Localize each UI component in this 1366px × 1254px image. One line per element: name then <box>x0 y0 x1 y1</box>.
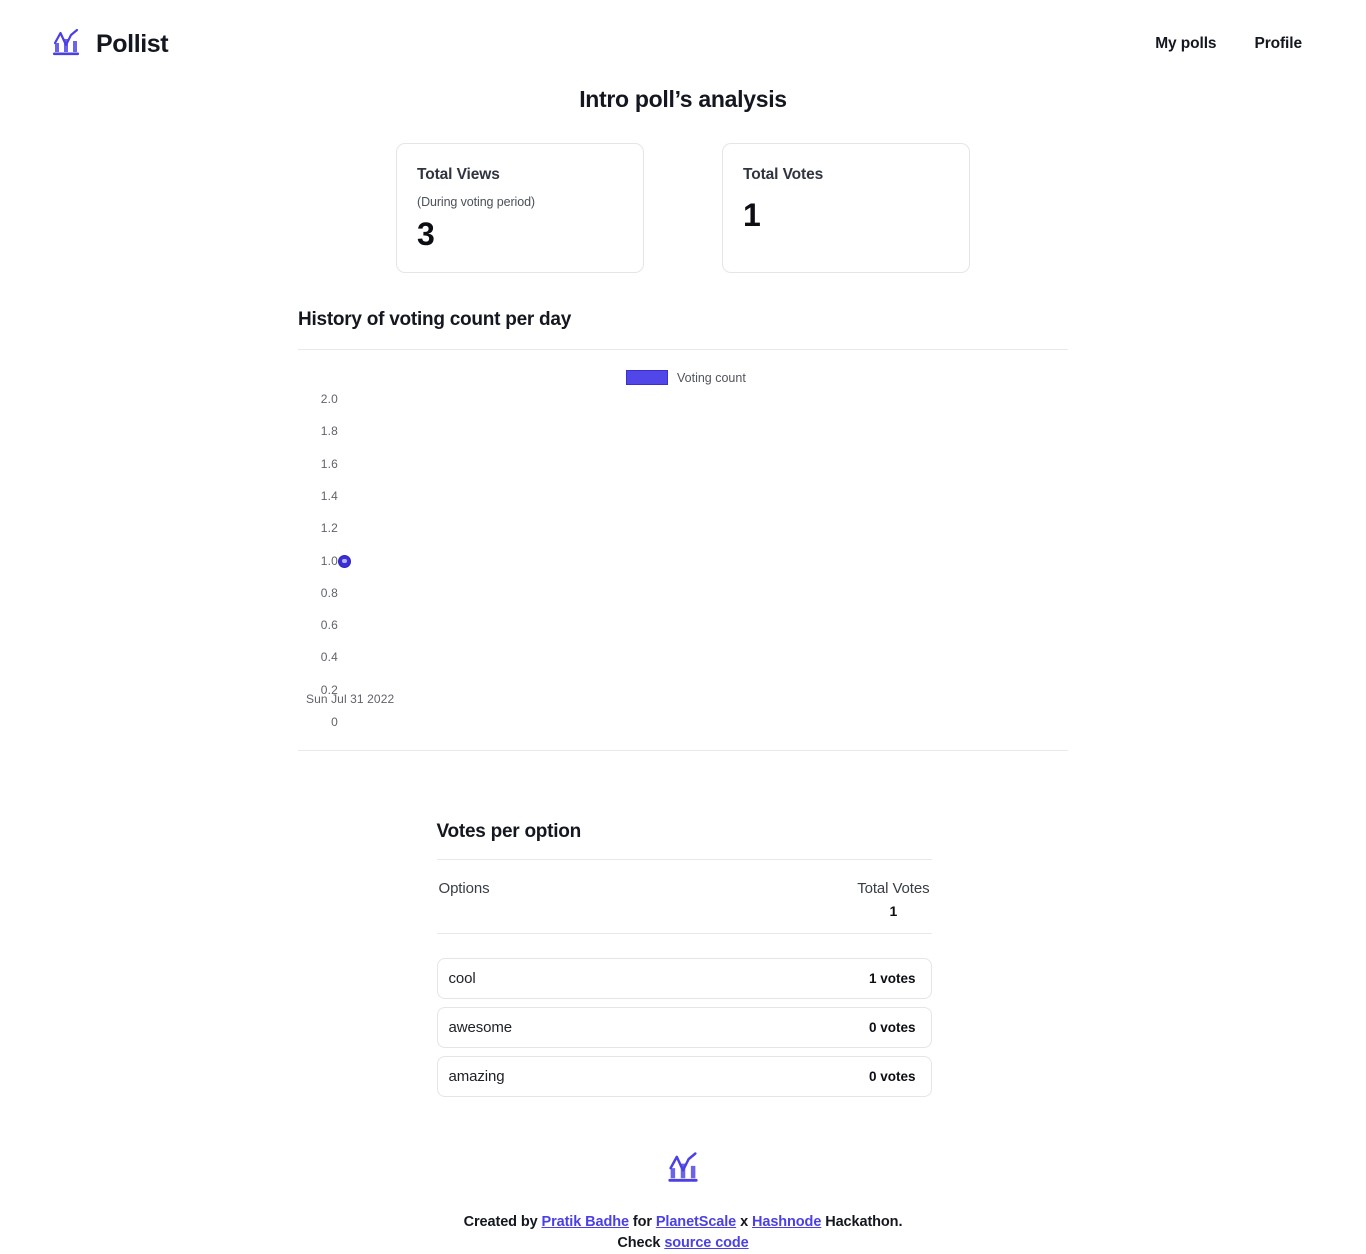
footer-author-link[interactable]: Pratik Badhe <box>542 1214 630 1230</box>
total-votes-value: 1 <box>743 196 761 233</box>
footer-x: x <box>736 1214 752 1230</box>
chart-y-tick-label: 2.0 <box>320 392 338 406</box>
chart-x-tick-label: Sun Jul 31 2022 <box>306 692 395 706</box>
chart-legend: Voting count <box>626 370 746 385</box>
chart-y-tick-label: 1.0 <box>320 553 338 568</box>
chart-y-tick-label: 1.6 <box>320 456 338 471</box>
page-footer: Created by Pratik Badhe for PlanetScale … <box>0 1149 1366 1254</box>
total-votes-column-value: 1 <box>889 903 898 919</box>
option-vote-count: 0 votes <box>868 1069 916 1084</box>
option-name: awesome <box>448 1019 513 1036</box>
footer-check-prefix: Check <box>617 1235 665 1252</box>
page-title: Intro poll’s analysis <box>579 86 787 112</box>
legend-swatch-voting-count <box>626 370 668 385</box>
votes-per-option-heading: Votes per option <box>436 821 582 842</box>
options-divider-bottom <box>436 933 932 934</box>
total-views-label: Total Views <box>417 166 500 183</box>
chart-y-tick-label: 0.8 <box>320 585 338 600</box>
stat-cards: Total Views (During voting period) 3 Tot… <box>0 143 1366 273</box>
total-votes-card: Total Votes 1 <box>722 143 970 273</box>
bar-chart-logo-icon <box>665 1149 701 1190</box>
footer-suffix: Hackathon. <box>821 1214 903 1230</box>
options-column-header: Options <box>438 880 490 897</box>
top-navbar: Pollist My polls Profile <box>0 0 1366 88</box>
brand-logo-link[interactable]: Pollist <box>50 26 169 63</box>
legend-label-voting-count: Voting count <box>677 370 746 385</box>
chart-y-tick-label: 1.4 <box>320 488 338 503</box>
total-votes-label: Total Votes <box>743 166 824 183</box>
votes-per-option-section: Votes per option Options Total Votes 1 c… <box>435 821 932 1097</box>
voting-history-chart: Voting count 2.0 1.8 1.6 1.4 1.2 1.0 0.8 0.6 0.4… <box>298 350 1068 750</box>
chart-y-tick-label: 1.8 <box>320 424 338 439</box>
options-list: cool 1 votes awesome 0 votes amazing 0 votes <box>436 958 932 1097</box>
chart-data-point[interactable] <box>338 554 351 568</box>
chart-y-tick-label: 0.4 <box>320 650 338 665</box>
option-row: cool 1 votes <box>436 958 932 999</box>
footer-prefix: Created by <box>463 1214 542 1230</box>
chart-y-axis: 2.0 1.8 1.6 1.4 1.2 1.0 0.8 0.6 0.4 0.2 0 <box>298 350 338 750</box>
nav-item-profile[interactable]: Profile <box>1254 35 1302 53</box>
option-name: cool <box>448 970 476 987</box>
chart-y-tick-label: 1.2 <box>320 521 338 536</box>
footer-planetscale-link[interactable]: PlanetScale <box>656 1214 736 1230</box>
option-vote-count: 1 votes <box>868 971 916 986</box>
chart-y-tick-label: 0 <box>331 715 338 729</box>
option-vote-count: 0 votes <box>868 1020 916 1035</box>
footer-credits: Created by Pratik Badhe for PlanetScale … <box>0 1212 1366 1254</box>
footer-hashnode-link[interactable]: Hashnode <box>752 1214 821 1230</box>
total-views-value: 3 <box>417 215 435 252</box>
voting-history-section: History of voting count per day Voting c… <box>0 309 1366 751</box>
option-row: amazing 0 votes <box>436 1056 932 1097</box>
brand-title: Pollist <box>96 29 169 58</box>
total-votes-column-header: Total Votes 1 <box>857 880 929 919</box>
total-votes-column-label: Total Votes <box>857 880 930 897</box>
footer-source-code-link[interactable]: source code <box>664 1235 748 1251</box>
total-views-sublabel: (During voting period) <box>417 194 535 209</box>
total-views-card: Total Views (During voting period) 3 <box>396 143 644 273</box>
option-row: awesome 0 votes <box>436 1007 932 1048</box>
footer-mid1: for <box>628 1214 656 1230</box>
chart-y-tick-label: 0.6 <box>320 618 338 633</box>
section-divider-bottom <box>298 750 1068 751</box>
option-name: amazing <box>448 1068 505 1085</box>
nav-item-my-polls[interactable]: My polls <box>1155 35 1216 53</box>
options-table-header: Options Total Votes 1 <box>437 860 932 933</box>
voting-history-heading: History of voting count per day <box>298 309 572 330</box>
bar-chart-logo-icon <box>50 26 82 63</box>
nav-links: My polls Profile <box>1155 35 1324 53</box>
